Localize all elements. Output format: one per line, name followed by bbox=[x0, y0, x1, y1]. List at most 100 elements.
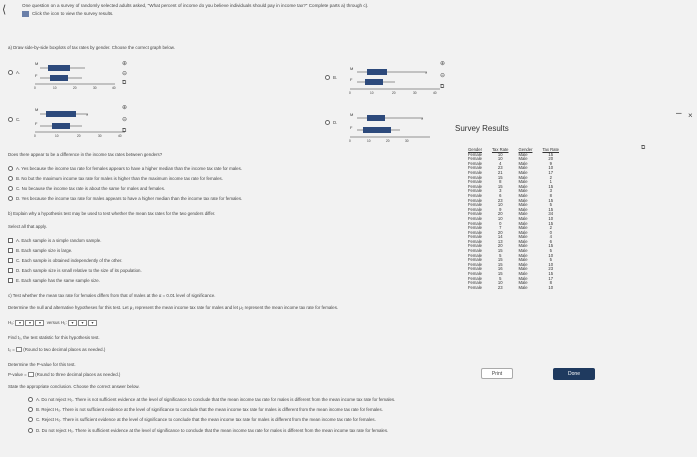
svg-text:30: 30 bbox=[413, 91, 417, 95]
conclusion-option-a[interactable]: A. Do not reject H₀. There is not suffic… bbox=[28, 397, 395, 403]
difference-option-c[interactable]: C. No because the income tax rate is abo… bbox=[8, 186, 165, 192]
part-b-option-c[interactable]: C. Each sample is obtained independently… bbox=[8, 258, 122, 264]
hypotheses-prompt: Determine the null and alternative hypot… bbox=[8, 305, 339, 310]
svg-text:×: × bbox=[421, 116, 424, 121]
part-b-option-e[interactable]: E. Each sample has the same sample size. bbox=[8, 278, 100, 284]
select-all-text: Select all that apply. bbox=[8, 224, 47, 229]
svg-text:0: 0 bbox=[349, 91, 351, 95]
hypotheses-row: H₀: ▼ ▼ ▼ versus H₁: ▼ ▼ ▼ bbox=[8, 320, 98, 326]
expand-icon-a[interactable]: ⧉ bbox=[122, 80, 126, 87]
expand-icon-b[interactable]: ⧉ bbox=[440, 84, 444, 91]
svg-text:0: 0 bbox=[34, 134, 36, 138]
part-b-prompt: b) Explain why a hypothesis test may be … bbox=[8, 211, 216, 216]
option-b-radio[interactable]: B. bbox=[325, 75, 337, 81]
option-b-letter: B. bbox=[333, 75, 338, 80]
h1-op-select[interactable]: ▼ bbox=[77, 320, 87, 326]
zoom-in-icon-c[interactable]: ⊕ bbox=[122, 104, 127, 111]
data-table-icon[interactable] bbox=[22, 11, 29, 17]
svg-text:10: 10 bbox=[370, 91, 374, 95]
conclusion-option-d[interactable]: D. Do not reject H₀. There is sufficient… bbox=[28, 428, 388, 434]
data-link-text: Click the icon to view the survey result… bbox=[32, 11, 114, 16]
svg-text:20: 20 bbox=[392, 91, 396, 95]
table-row: Female 23 Male 10 bbox=[466, 284, 567, 291]
svg-text:0: 0 bbox=[34, 86, 36, 90]
done-button[interactable]: Done bbox=[553, 368, 595, 380]
table-cell: 23 bbox=[497, 284, 503, 290]
zoom-out-icon-c[interactable]: ⊖ bbox=[122, 116, 127, 123]
svg-text:20: 20 bbox=[77, 134, 81, 138]
svg-text:30: 30 bbox=[405, 139, 409, 143]
pvalue-input[interactable] bbox=[27, 372, 34, 378]
conclusion-prompt: State the appropriate conclusion. Choose… bbox=[8, 384, 140, 389]
h1-right-select[interactable]: ▼ bbox=[87, 320, 97, 326]
t0-input[interactable] bbox=[16, 347, 23, 353]
pvalue-row: P-value = (Round to three decimal places… bbox=[8, 372, 121, 378]
svg-text:M: M bbox=[350, 112, 353, 117]
svg-text:F: F bbox=[35, 121, 38, 126]
survey-table: Gender Tax Rate Gender Tax Rate Female 10… bbox=[466, 147, 567, 291]
pvalue-prompt: Determine the P-value for this test. bbox=[8, 362, 76, 367]
svg-text:30: 30 bbox=[98, 134, 102, 138]
svg-text:M: M bbox=[350, 66, 353, 71]
difference-prompt: Does there appear to be a difference in … bbox=[8, 152, 163, 157]
h0-op-select[interactable]: ▼ bbox=[25, 320, 35, 326]
zoom-out-icon-a[interactable]: ⊖ bbox=[122, 70, 127, 77]
table-cell: 10 bbox=[548, 284, 554, 290]
svg-text:10: 10 bbox=[53, 86, 57, 90]
svg-text:F: F bbox=[350, 77, 353, 82]
survey-results-title: Survey Results bbox=[455, 124, 509, 133]
back-arrow-icon[interactable]: ⟨ bbox=[2, 3, 6, 16]
option-c-radio[interactable]: C. bbox=[8, 117, 20, 123]
table-cell: Female bbox=[468, 284, 482, 290]
zoom-in-icon-a[interactable]: ⊕ bbox=[122, 60, 127, 67]
difference-option-d[interactable]: D. Yes because the income tax rate for m… bbox=[8, 196, 242, 202]
part-b-option-d[interactable]: D. Each sample size is small relative to… bbox=[8, 268, 142, 274]
female-label-a: F bbox=[35, 73, 38, 78]
conclusion-option-c[interactable]: C. Reject H₀. There is sufficient eviden… bbox=[28, 417, 376, 423]
svg-text:F: F bbox=[350, 125, 353, 130]
h1-left-select[interactable]: ▼ bbox=[67, 320, 77, 326]
zoom-in-icon-b[interactable]: ⊕ bbox=[440, 60, 445, 67]
part-b-option-b[interactable]: B. Each sample size is large. bbox=[8, 248, 72, 254]
male-label-a: M bbox=[35, 61, 38, 66]
copy-icon[interactable]: ⧉ bbox=[641, 145, 645, 152]
svg-text:M: M bbox=[35, 107, 38, 112]
svg-text:40: 40 bbox=[433, 91, 437, 95]
table-cell: Male bbox=[518, 284, 528, 290]
difference-option-b[interactable]: B. No but the maximum income tax rate fo… bbox=[8, 176, 223, 182]
option-a-letter: A. bbox=[16, 70, 21, 75]
svg-text:20: 20 bbox=[73, 86, 77, 90]
survey-table-body: Female 10 Male 15 Female 10 Male 20 Female 4 Male 9… bbox=[466, 152, 567, 291]
option-a-radio[interactable]: A. bbox=[8, 70, 20, 76]
part-a-prompt: a) Draw side-by-side boxplots of tax rat… bbox=[8, 45, 175, 50]
conclusion-option-b[interactable]: B. Reject H₀. There is not sufficient ev… bbox=[28, 407, 383, 413]
minimize-icon[interactable]: – bbox=[676, 108, 682, 119]
h0-left-select[interactable]: ▼ bbox=[15, 320, 25, 326]
difference-option-a[interactable]: A. Yes because the income tax rate for f… bbox=[8, 166, 242, 172]
svg-text:10: 10 bbox=[55, 134, 59, 138]
part-c-prompt: c) Test whether the mean tax rate for fe… bbox=[8, 293, 216, 298]
homework-page: ⟨ One question on a survey of randomly s… bbox=[0, 0, 697, 457]
boxplot-option-d: M × F 0 10 20 30 bbox=[349, 112, 430, 143]
expand-icon-c[interactable]: ⧉ bbox=[122, 128, 126, 135]
svg-text:10: 10 bbox=[367, 139, 371, 143]
zoom-out-icon-b[interactable]: ⊖ bbox=[440, 72, 445, 79]
svg-text:30: 30 bbox=[93, 86, 97, 90]
boxplot-option-b: M × F 0 10 20 30 40 bbox=[349, 66, 440, 95]
part-b-option-a[interactable]: A. Each sample is a simple random sample… bbox=[8, 238, 101, 244]
h0-right-select[interactable]: ▼ bbox=[35, 320, 45, 326]
print-button[interactable]: Print bbox=[481, 368, 513, 379]
svg-text:×: × bbox=[86, 112, 89, 117]
question-header: One question on a survey of randomly sel… bbox=[22, 3, 462, 17]
svg-text:20: 20 bbox=[386, 139, 390, 143]
close-icon[interactable]: × bbox=[688, 111, 693, 120]
svg-text:40: 40 bbox=[112, 86, 116, 90]
t0-row: t₀ = (Round to two decimal places as nee… bbox=[8, 347, 106, 353]
svg-text:0: 0 bbox=[349, 139, 351, 143]
question-text: One question on a survey of randomly sel… bbox=[22, 3, 369, 8]
option-d-radio[interactable]: D. bbox=[325, 120, 337, 126]
svg-text:×: × bbox=[425, 70, 428, 75]
option-d-letter: D. bbox=[333, 120, 338, 125]
find-statistic-prompt: Find t₀, the test statistic for this hyp… bbox=[8, 335, 100, 340]
option-c-letter: C. bbox=[16, 117, 21, 122]
